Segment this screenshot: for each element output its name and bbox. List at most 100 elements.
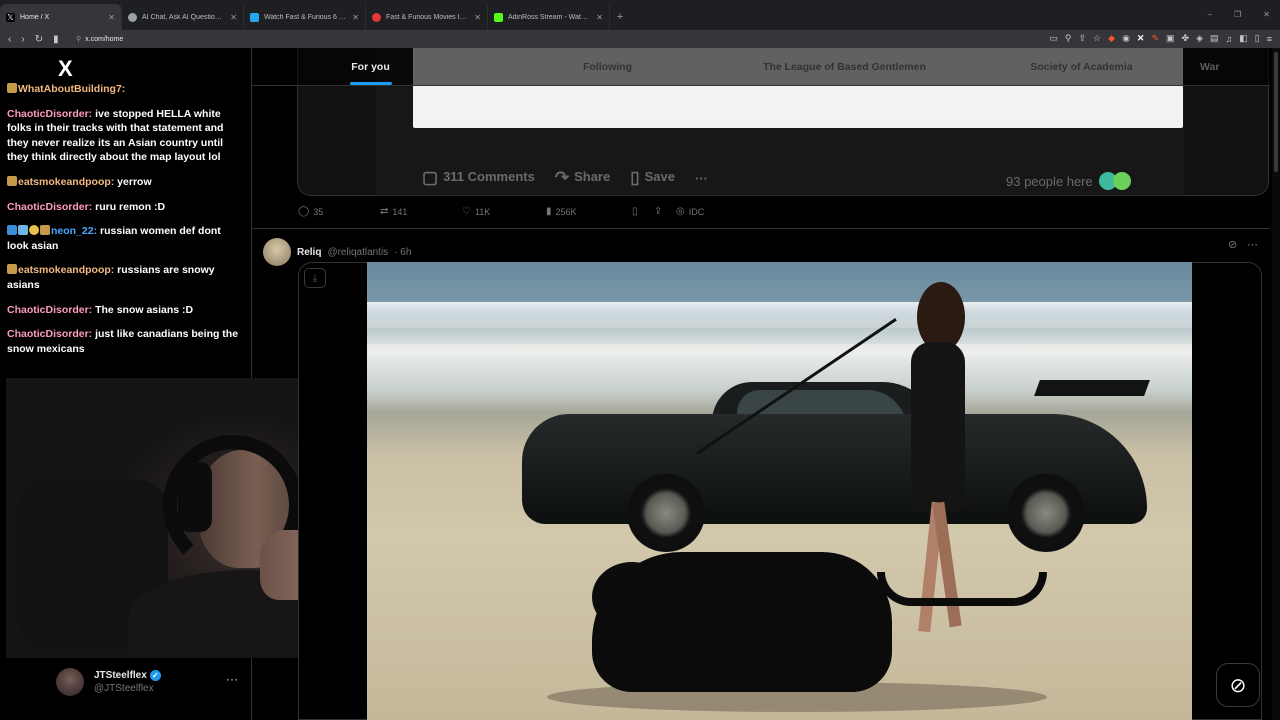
repost-count: 141 (392, 206, 408, 217)
tab-for-you[interactable]: For you (252, 48, 489, 85)
close-window-button[interactable]: ✕ (1263, 10, 1270, 19)
browser-tab[interactable]: AI Chat, Ask AI Questions for Expert ✕ (122, 4, 244, 30)
maximize-button[interactable]: ❐ (1234, 10, 1241, 19)
stream-site-favicon-icon (250, 12, 259, 22)
save-button[interactable]: ▯ Save (630, 168, 675, 188)
chat-message: ChaoticDisorder: just like canadians bei… (7, 327, 245, 356)
sub-badge-icon (7, 83, 17, 93)
repost-button[interactable]: ⇄ 141 (380, 206, 462, 217)
chat-message: ChaoticDisorder: The snow asians :D (7, 303, 245, 318)
x-logo[interactable]: X (58, 56, 73, 82)
woman-dress (911, 342, 965, 512)
chat-message: ChaoticDisorder: ruru remon :D (7, 200, 245, 215)
wallet-icon[interactable]: ▯ (1255, 33, 1260, 44)
comment-icon: ▢ (422, 168, 439, 187)
avatar[interactable] (263, 238, 291, 266)
verified-check-icon: ✓ (149, 670, 161, 681)
tab-war[interactable]: War (1200, 48, 1270, 85)
back-icon[interactable]: ‹ (8, 34, 11, 45)
comments-label: 311 Comments (443, 169, 535, 184)
tab-label: AdinRoss Stream - Watch Live on Ki (508, 13, 591, 21)
url-field[interactable]: ⚲ x.com/home (76, 35, 123, 44)
tab-close-icon[interactable]: ✕ (108, 13, 115, 22)
card-more-button[interactable]: ··· (695, 171, 708, 186)
site-info-icon[interactable]: ⚲ (76, 35, 81, 43)
car-wheel (627, 474, 705, 552)
chat-username: ChaoticDisorder: (7, 328, 93, 341)
sub-badge-icon (40, 225, 50, 236)
reload-icon[interactable]: ↻ (35, 34, 43, 45)
extensions-puzzle-icon[interactable]: ✤ (1182, 33, 1190, 44)
post-time[interactable]: · 6h (394, 247, 411, 258)
chat-text: ruru remon :D (92, 200, 166, 213)
post-author-name[interactable]: Reliq (297, 247, 321, 258)
address-bar: ‹ › ↻ ▮ ⚲ x.com/home ▭ ⚲ ⇪ ☆ ◆ ◉ ✕ ✎ ▣ ✤… (0, 30, 1280, 48)
post-stats: ◯ 35 ⇄ 141 ♡ 11K ▮ 256K ▯ ⇪ ◎ IDC (298, 206, 704, 217)
sub-badge-icon (7, 264, 17, 275)
like-button[interactable]: ♡ 11K (462, 206, 546, 217)
comments-button[interactable]: ▢ 311 Comments (422, 168, 535, 188)
scrollbar-thumb[interactable] (1274, 52, 1278, 172)
browser-tab[interactable]: Fast & Furious Movies In Order: How ✕ (366, 4, 488, 30)
panther-head (592, 562, 672, 632)
views-button[interactable]: ▮ 256K (546, 206, 632, 217)
menu-icon[interactable]: ≡ (1267, 34, 1272, 44)
stream-chat: WhatAboutBuilding7: ChaoticDisorder: ive… (7, 82, 245, 366)
chat-username: eatsmokeandpoop: (18, 175, 115, 188)
tab-society-of-academia[interactable]: Society of Academia (963, 48, 1200, 85)
reply-icon: ◯ (298, 206, 310, 217)
install-icon[interactable]: ▭ (1049, 33, 1058, 44)
extension-circle-icon: ◎ (676, 206, 685, 217)
avatar (56, 668, 84, 696)
bookmark-star-icon[interactable]: ☆ (1093, 33, 1101, 44)
tab-close-icon[interactable]: ✕ (352, 13, 359, 22)
extension-label: IDC (688, 206, 705, 217)
post-more-icon[interactable]: ⋯ (1247, 238, 1258, 251)
tab-following[interactable]: Following (489, 48, 726, 85)
extension-icon[interactable]: ◈ (1196, 33, 1203, 44)
chat-message: ChaoticDisorder: ive stopped HELLA white… (7, 107, 245, 165)
share-button[interactable]: ↷ Share (555, 168, 610, 188)
chat-username: neon_22: (51, 225, 98, 238)
chat-text: The snow asians :D (92, 303, 194, 316)
chat-username: ChaoticDisorder: (7, 107, 93, 120)
tab-league-of-based-gentlemen[interactable]: The League of Based Gentlemen (726, 48, 963, 85)
grok-button[interactable]: ⊘ (1216, 663, 1260, 707)
extension-icon[interactable]: ▣ (1166, 33, 1175, 44)
x-extension-icon[interactable]: ✕ (1137, 33, 1145, 44)
tab-close-icon[interactable]: ✕ (230, 13, 237, 22)
zoom-icon[interactable]: ⚲ (1065, 33, 1072, 44)
profile-name: JTSteelflex ✓ (94, 670, 161, 681)
browser-tab[interactable]: Watch Fast & Furious 6 2013 full HD ✕ (244, 4, 366, 30)
bookmark-icon[interactable]: ▮ (53, 34, 59, 45)
tab-close-icon[interactable]: ✕ (596, 13, 603, 22)
tab-label: AI Chat, Ask AI Questions for Expert (142, 13, 225, 21)
extension-icon[interactable]: ◉ (1122, 33, 1130, 44)
extension-red-icon[interactable]: ✎ (1151, 33, 1159, 44)
tab-close-icon[interactable]: ✕ (474, 13, 481, 22)
verified-badge-icon (7, 225, 17, 236)
car-wheel (1007, 474, 1085, 552)
post-photo[interactable] (367, 262, 1192, 720)
extension-icon[interactable]: ▤ (1210, 33, 1219, 44)
forward-icon[interactable]: › (21, 34, 24, 45)
media-icon[interactable]: ♫ (1226, 34, 1233, 44)
new-tab-button[interactable]: + (610, 4, 630, 30)
share-post-button[interactable]: ⇪ (654, 206, 676, 217)
sidebar-icon[interactable]: ◧ (1239, 33, 1248, 44)
minimize-button[interactable]: – (1208, 10, 1212, 19)
brave-shield-icon[interactable]: ◆ (1108, 33, 1115, 44)
reply-button[interactable]: ◯ 35 (298, 206, 380, 217)
account-switcher[interactable]: JTSteelflex ✓ @JTSteelflex ··· (56, 660, 246, 704)
people-here: 93 people here (1006, 172, 1131, 190)
post-author-handle[interactable]: @reliqatlantis (327, 247, 388, 258)
download-icon[interactable]: ⤓ (304, 268, 326, 288)
browser-tab[interactable]: AdinRoss Stream - Watch Live on Ki ✕ (488, 4, 610, 30)
more-options-icon[interactable]: ··· (226, 672, 238, 686)
chat-message: eatsmokeandpoop: yerrow (7, 175, 245, 190)
share-icon[interactable]: ⇪ (1079, 33, 1087, 44)
bookmark-post-button[interactable]: ▯ (632, 206, 654, 217)
browser-tab[interactable]: 𝕏 Home / X ✕ (0, 4, 122, 30)
extension-button[interactable]: ◎ IDC (676, 206, 704, 217)
grok-icon[interactable]: ⊘ (1228, 238, 1237, 251)
